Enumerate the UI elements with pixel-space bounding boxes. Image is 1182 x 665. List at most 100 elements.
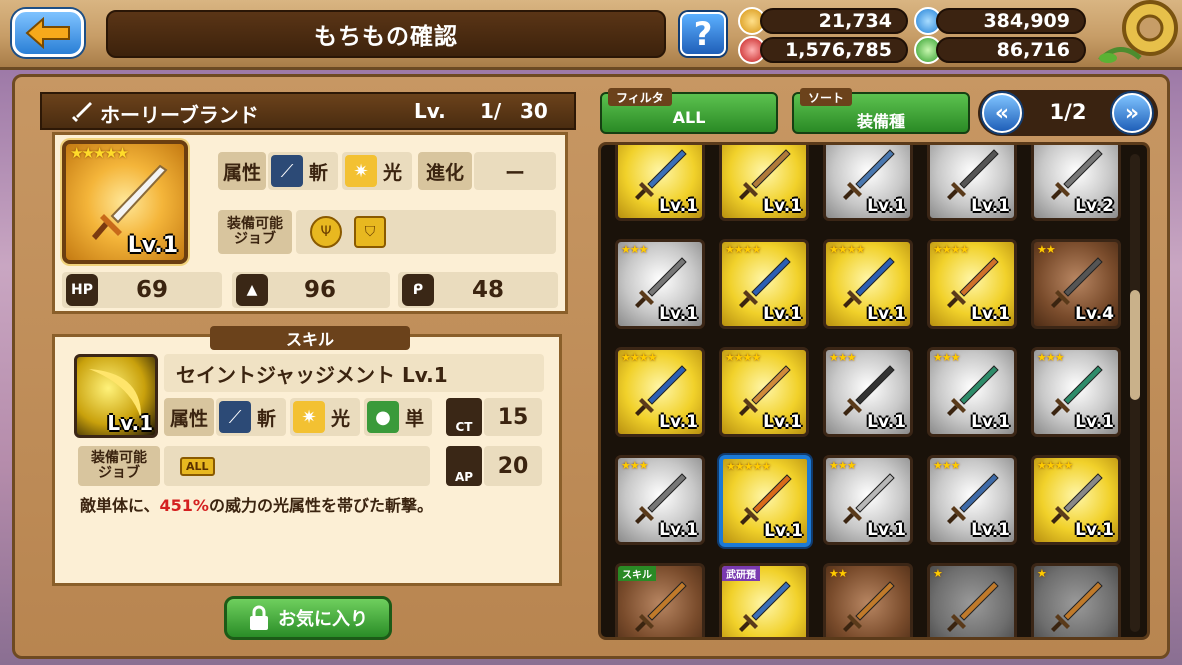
next-page-button[interactable]: » (1112, 93, 1152, 133)
equipment-tile[interactable]: ★★ (823, 563, 913, 637)
grid-scroll-thumb[interactable] (1130, 290, 1140, 400)
tile-stars: ★★★★ (725, 243, 761, 256)
equipment-tile[interactable]: ★★★★ Lv.1 (1031, 455, 1121, 545)
tile-level: Lv.1 (764, 521, 803, 541)
weapon-icon (740, 474, 792, 525)
tile-stars: ★★★★ (725, 351, 761, 364)
tile-stars: ★★★ (621, 243, 649, 256)
weapon-icon (947, 581, 999, 632)
equipment-tile[interactable]: ★★★ Lv.1 (927, 455, 1017, 545)
tile-stars: ★★★ (933, 351, 961, 364)
back-arrow-icon (25, 17, 70, 49)
tile-level: Lv.1 (971, 520, 1010, 540)
weapon-icon (947, 257, 999, 308)
equipment-tile[interactable]: ★★★ Lv.1 (927, 347, 1017, 437)
tile-level: Lv.1 (971, 196, 1010, 216)
help-button[interactable]: ? (680, 12, 726, 56)
item-portrait: ★★★★★ Lv.1 (62, 140, 188, 264)
equipment-tile[interactable]: ★★★ Lv.1 (615, 455, 705, 545)
equipment-tile[interactable]: ★ (1031, 563, 1121, 637)
lock-icon (250, 605, 268, 630)
tile-level: Lv.1 (867, 412, 906, 432)
weapon-icon (635, 365, 687, 416)
equipment-tile[interactable]: ★★★★★ Lv.1 (719, 455, 811, 547)
magic-icon: ᑭ (402, 274, 434, 306)
equipment-tile[interactable]: Lv.1 (615, 145, 705, 221)
equipment-tile[interactable]: ★★★ Lv.1 (1031, 347, 1121, 437)
equipment-tile[interactable]: Lv.1 (823, 145, 913, 221)
stat-magic: ᑭ 48 (398, 272, 558, 308)
weapon-icon (635, 149, 687, 200)
stat-value: 48 (472, 277, 505, 303)
stat-value: 96 (304, 277, 337, 303)
weapon-icon (843, 149, 895, 200)
tile-level: Lv.1 (763, 196, 802, 216)
skill-target: ● 単 (364, 398, 432, 436)
equipment-tile[interactable]: ★★ Lv.4 (1031, 239, 1121, 329)
tile-level: Lv.2 (1075, 196, 1114, 216)
equipment-tile[interactable]: ★★★★ Lv.1 (927, 239, 1017, 329)
tile-level: Lv.1 (659, 520, 698, 540)
weapon-icon (1051, 257, 1103, 308)
tile-badge: スキル (618, 566, 656, 581)
tile-level: Lv.1 (971, 412, 1010, 432)
currency-blue: 384,909 (914, 7, 1086, 35)
equipment-tile[interactable]: スキル (615, 563, 705, 637)
skill-description: 敵単体に、451%の威力の光属性を帯びた斬撃。 (80, 492, 550, 516)
tile-stars: ★★★ (621, 459, 649, 472)
tile-level: Lv.1 (867, 520, 906, 540)
description-prefix: 敵単体に、 (80, 496, 160, 515)
stat-hp: HP 69 (62, 272, 222, 308)
tile-stars: ★★★ (829, 351, 857, 364)
attribute-label: 属性 (218, 152, 266, 190)
prev-page-button[interactable]: « (982, 93, 1022, 133)
tile-level: Lv.1 (1075, 412, 1114, 432)
weapon-icon (843, 581, 895, 632)
equipment-tile[interactable]: ★ (927, 563, 1017, 637)
stat-attack: ▲ 96 (232, 272, 390, 308)
equipment-tile[interactable]: ★★★ Lv.1 (823, 455, 913, 545)
favorite-button[interactable]: お気に入り (224, 596, 392, 640)
slash-label: 斬 (309, 161, 329, 184)
tile-level: Lv.1 (763, 304, 802, 324)
tile-level: Lv.1 (763, 412, 802, 432)
back-button[interactable] (12, 9, 84, 57)
equipment-tile[interactable]: ★★★★ Lv.1 (615, 347, 705, 437)
equipment-tile[interactable]: Lv.1 (719, 145, 809, 221)
weapon-icon (1051, 473, 1103, 524)
weapon-icon (1051, 149, 1103, 200)
equipment-tile[interactable]: ★★★★ Lv.1 (719, 347, 809, 437)
weapon-icon (947, 365, 999, 416)
ap-value: 20 (484, 446, 542, 486)
job-shield-icon: ⛉ (354, 216, 386, 248)
weapon-icon (739, 581, 791, 632)
filter-button[interactable]: フィルタ ALL (600, 88, 778, 134)
tile-stars: ★★★ (829, 459, 857, 472)
sort-tab-label: ソート (800, 88, 853, 106)
equipment-tile[interactable]: ★★★★ Lv.1 (719, 239, 809, 329)
tile-stars: ★★★ (1037, 351, 1065, 364)
tile-level: Lv.1 (659, 196, 698, 216)
sort-value: 装備種 (856, 112, 905, 131)
equipment-tile[interactable]: Lv.1 (927, 145, 1017, 221)
currency-green: 86,716 (914, 36, 1086, 64)
job-knight-icon: Ψ (310, 216, 342, 248)
skill-job-label: 装備可能 ジョブ (78, 446, 160, 486)
tile-level: Lv.1 (971, 304, 1010, 324)
tile-level: Lv.1 (659, 304, 698, 324)
tile-stars: ★★ (829, 567, 848, 580)
tile-level: Lv.1 (1075, 520, 1114, 540)
sort-button[interactable]: ソート 装備種 (792, 88, 970, 134)
weapon-icon (739, 257, 791, 308)
slash-attribute: ⟋ 斬 (268, 152, 338, 190)
item-max-level: 30 (520, 99, 548, 123)
slash-label: 斬 (257, 407, 277, 430)
equipment-tile[interactable]: ★★★★ Lv.1 (823, 239, 913, 329)
equipment-tile[interactable]: Lv.2 (1031, 145, 1121, 221)
equipment-tile[interactable]: ★★★ Lv.1 (823, 347, 913, 437)
equipment-tile[interactable]: ★★★ Lv.1 (615, 239, 705, 329)
portrait-level: Lv.1 (127, 233, 178, 258)
gear-ornament-icon (1098, 0, 1178, 63)
light-label: 光 (383, 161, 403, 184)
equipment-tile[interactable]: 武研預 (719, 563, 809, 637)
